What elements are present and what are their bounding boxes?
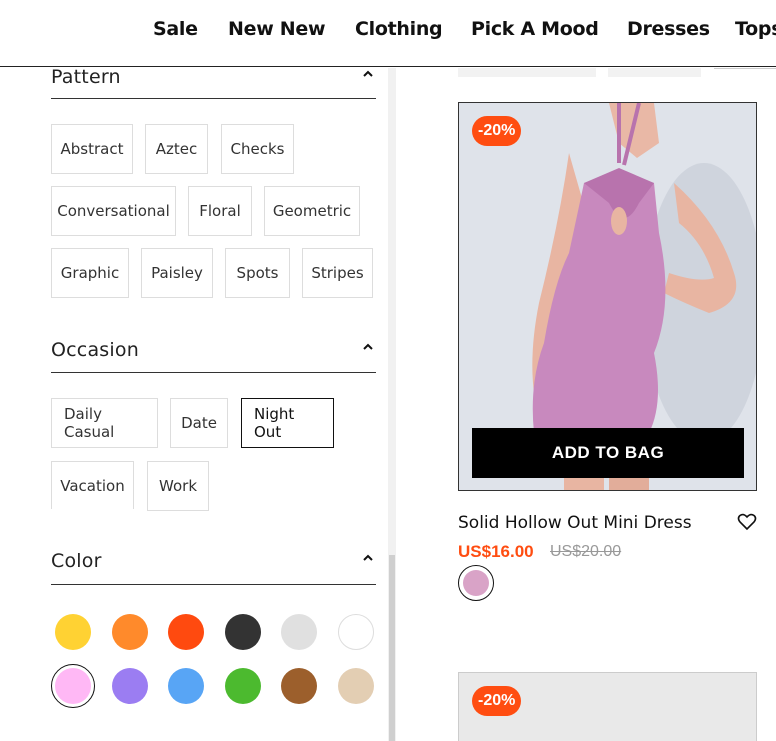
nav-item-sale[interactable]: Sale: [153, 18, 198, 40]
color-section-header[interactable]: Color: [51, 550, 376, 585]
pattern-chip-floral[interactable]: Floral: [188, 186, 252, 236]
color-swatch[interactable]: [281, 614, 317, 650]
occasion-chip-vacation[interactable]: Vacation: [51, 461, 134, 509]
nav-item-tops[interactable]: Tops: [735, 18, 776, 40]
pattern-section-header[interactable]: Pattern: [51, 68, 376, 99]
pattern-chip-spots[interactable]: Spots: [225, 248, 290, 298]
pattern-section-title: Pattern: [51, 68, 121, 88]
occasion-chip-daily-casual[interactable]: Daily Casual: [51, 398, 158, 448]
heart-icon[interactable]: [737, 512, 757, 532]
pattern-chip-geometric[interactable]: Geometric: [264, 186, 360, 236]
pattern-chip-checks[interactable]: Checks: [221, 124, 294, 174]
add-to-bag-button[interactable]: ADD TO BAG: [472, 428, 744, 478]
nav-item-pick-a-mood[interactable]: Pick A Mood: [471, 18, 599, 40]
divider: [714, 68, 776, 69]
pattern-chip-paisley[interactable]: Paisley: [141, 248, 213, 298]
occasion-chip-date[interactable]: Date: [170, 398, 228, 448]
product-name[interactable]: Solid Hollow Out Mini Dress: [458, 513, 692, 533]
filter-control-stub[interactable]: [608, 68, 701, 77]
color-swatch[interactable]: [337, 614, 374, 650]
sidebar-scrollbar[interactable]: [388, 68, 396, 741]
occasion-section-header[interactable]: Occasion: [51, 339, 376, 373]
occasion-chip-work[interactable]: Work: [147, 461, 209, 511]
color-swatch[interactable]: [224, 614, 261, 650]
color-section-title: Color: [51, 550, 102, 572]
product-grid: -20% ADD TO BAG Solid Hollow Out Mini Dr…: [396, 68, 776, 741]
discount-badge: -20%: [472, 116, 522, 146]
nav-item-dresses[interactable]: Dresses: [627, 18, 710, 40]
product-price: US$16.00: [458, 542, 534, 561]
top-nav: Sale New New Clothing Pick A Mood Dresse…: [0, 0, 776, 67]
color-swatch[interactable]: [168, 614, 204, 650]
sidebar-scrollbar-thumb[interactable]: [389, 555, 395, 741]
product-image-2[interactable]: -20%: [458, 672, 757, 741]
filter-sidebar: Pattern Abstract Aztec Checks Conversati…: [0, 68, 390, 741]
pattern-chip-aztec[interactable]: Aztec: [145, 124, 208, 174]
nav-item-clothing[interactable]: Clothing: [355, 18, 443, 40]
discount-badge-2: -20%: [472, 686, 522, 716]
color-swatch[interactable]: [55, 668, 91, 704]
pattern-chip-stripes[interactable]: Stripes: [302, 248, 373, 298]
occasion-chip-night-out[interactable]: Night Out: [241, 398, 334, 448]
pattern-chip-abstract[interactable]: Abstract: [51, 124, 133, 174]
pattern-chip-conversational[interactable]: Conversational: [51, 186, 176, 236]
chevron-up-icon: [363, 343, 373, 350]
color-swatch[interactable]: [55, 614, 91, 650]
chevron-up-icon: [363, 70, 373, 77]
nav-item-new-new[interactable]: New New: [228, 18, 326, 40]
pattern-chip-graphic[interactable]: Graphic: [51, 248, 129, 298]
color-swatch[interactable]: [281, 668, 317, 704]
product-color-option[interactable]: [458, 565, 494, 601]
occasion-section-title: Occasion: [51, 339, 139, 361]
product-old-price: US$20.00: [550, 543, 622, 560]
product-color-swatch: [463, 570, 489, 596]
color-swatch[interactable]: [111, 614, 148, 650]
sort-control-stub[interactable]: [458, 68, 596, 77]
chevron-up-icon: [363, 554, 373, 561]
color-swatch[interactable]: [168, 668, 204, 704]
product-image[interactable]: -20% ADD TO BAG: [458, 102, 757, 491]
color-swatch[interactable]: [224, 668, 261, 704]
color-swatch[interactable]: [111, 668, 148, 704]
color-swatch[interactable]: [337, 668, 374, 704]
